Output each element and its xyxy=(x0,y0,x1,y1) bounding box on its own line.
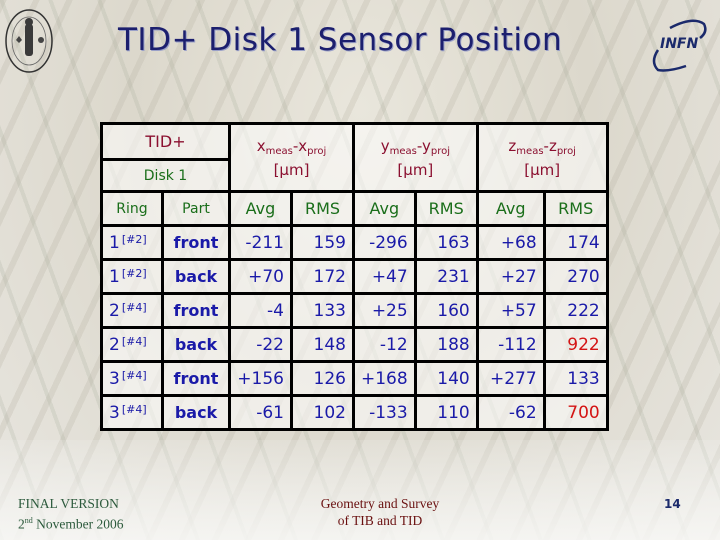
group-header-y: ymeas-yproj [µm] xyxy=(352,122,479,193)
y-avg-cell: -12 xyxy=(352,326,417,363)
footer-presentation-title: Geometry and Survey of TIB and TID xyxy=(300,495,460,529)
unit-label: [µm] xyxy=(273,160,310,179)
part-cell: back xyxy=(161,258,231,295)
z-rms-cell: 922 xyxy=(542,326,609,363)
col-header-ring: Ring xyxy=(100,190,164,227)
z-avg-cell: +27 xyxy=(475,258,546,295)
ring-cell: 2 [#4] xyxy=(100,326,164,363)
column-header-row: Ring Part Avg RMS Avg RMS Avg RMS xyxy=(100,190,609,227)
university-seal-logo xyxy=(5,9,53,73)
y-avg-cell: -296 xyxy=(352,224,417,261)
x-rms-cell: 159 xyxy=(290,224,355,261)
z-rms-cell: 270 xyxy=(542,258,609,295)
group-header-x: xmeas-xproj [µm] xyxy=(228,122,355,193)
x-avg-cell: +70 xyxy=(228,258,293,295)
table-row: 2 [#4] front -4 133 +25 160 +57 222 xyxy=(100,292,609,329)
table-row: 1 [#2] back +70 172 +47 231 +27 270 xyxy=(100,258,609,295)
x-avg-cell: -61 xyxy=(228,394,293,431)
z-rms-cell: 133 xyxy=(542,360,609,397)
unit-label: [µm] xyxy=(524,160,561,179)
x-rms-cell: 148 xyxy=(290,326,355,363)
footer-date: 2nd November 2006 xyxy=(18,516,124,532)
x-avg-cell: -22 xyxy=(228,326,293,363)
y-rms-cell: 110 xyxy=(413,394,479,431)
col-header-y-rms: RMS xyxy=(413,190,479,227)
y-avg-cell: +168 xyxy=(352,360,417,397)
x-avg-cell: -4 xyxy=(228,292,293,329)
ring-cell: 1 [#2] xyxy=(100,258,164,295)
x-avg-cell: +156 xyxy=(228,360,293,397)
z-avg-cell: +57 xyxy=(475,292,546,329)
ring-cell: 3 [#4] xyxy=(100,360,164,397)
sensor-position-table: TID+ xmeas-xproj [µm] ymeas-yproj [µm] z… xyxy=(100,122,609,431)
col-header-x-rms: RMS xyxy=(290,190,355,227)
footer-version: FINAL VERSION 2nd November 2006 xyxy=(18,495,123,533)
col-header-z-rms: RMS xyxy=(542,190,609,227)
z-avg-cell: +277 xyxy=(475,360,546,397)
table-row: 1 [#2] front -211 159 -296 163 +68 174 xyxy=(100,224,609,261)
part-cell: back xyxy=(161,394,231,431)
footer-title-line1: Geometry and Survey xyxy=(320,496,440,511)
infn-logo-text: INFN xyxy=(660,36,699,52)
y-rms-cell: 188 xyxy=(413,326,479,363)
y-avg-cell: +25 xyxy=(352,292,417,329)
x-rms-cell: 172 xyxy=(290,258,355,295)
part-cell: front xyxy=(161,360,231,397)
col-header-z-avg: Avg xyxy=(475,190,546,227)
y-rms-cell: 163 xyxy=(413,224,479,261)
table-row: 3 [#4] front +156 126 +168 140 +277 133 xyxy=(100,360,609,397)
table-row: 3 [#4] back -61 102 -133 110 -62 700 xyxy=(100,394,609,431)
unit-label: [µm] xyxy=(397,160,434,179)
ring-cell: 1 [#2] xyxy=(100,224,164,261)
table-row: 2 [#4] back -22 148 -12 188 -112 922 xyxy=(100,326,609,363)
ring-cell: 2 [#4] xyxy=(100,292,164,329)
group-header-z: zmeas-zproj [µm] xyxy=(475,122,609,193)
z-avg-cell: -62 xyxy=(475,394,546,431)
col-header-part: Part xyxy=(161,190,231,227)
x-rms-cell: 126 xyxy=(290,360,355,397)
y-avg-cell: -133 xyxy=(352,394,417,431)
z-rms-cell: 174 xyxy=(542,224,609,261)
part-cell: back xyxy=(161,326,231,363)
part-cell: front xyxy=(161,224,231,261)
y-rms-cell: 231 xyxy=(413,258,479,295)
page-title: TID+ Disk 1 Sensor Position xyxy=(118,22,563,58)
page-number: 14 xyxy=(664,497,681,511)
footer-title-line2: of TIB and TID xyxy=(337,513,423,528)
z-rms-cell: 222 xyxy=(542,292,609,329)
y-rms-cell: 160 xyxy=(413,292,479,329)
part-cell: front xyxy=(161,292,231,329)
z-rms-cell: 700 xyxy=(542,394,609,431)
y-avg-cell: +47 xyxy=(352,258,417,295)
ring-cell: 3 [#4] xyxy=(100,394,164,431)
corner-header-disk: Disk 1 xyxy=(100,158,231,193)
footer-version-label: FINAL VERSION xyxy=(18,496,119,511)
col-header-x-avg: Avg xyxy=(228,190,293,227)
col-header-y-avg: Avg xyxy=(352,190,417,227)
x-avg-cell: -211 xyxy=(228,224,293,261)
corner-header-tid: TID+ xyxy=(100,122,231,161)
x-rms-cell: 102 xyxy=(290,394,355,431)
z-avg-cell: -112 xyxy=(475,326,546,363)
x-rms-cell: 133 xyxy=(290,292,355,329)
y-rms-cell: 140 xyxy=(413,360,479,397)
z-avg-cell: +68 xyxy=(475,224,546,261)
